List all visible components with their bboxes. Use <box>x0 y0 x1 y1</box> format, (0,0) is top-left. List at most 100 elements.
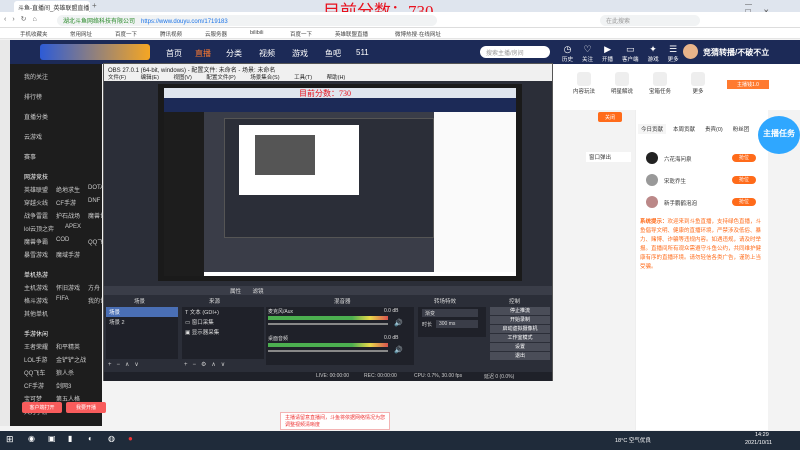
bookmark-item[interactable]: 微博热搜·在线网址 <box>395 30 441 38</box>
transition-select[interactable]: 渐变 <box>422 309 478 317</box>
new-tab-icon[interactable]: + <box>92 1 97 10</box>
sidebar-game-item[interactable]: 剑网3 <box>56 381 71 390</box>
nav-arrows-icon[interactable]: ‹›↻⌂ <box>4 15 43 23</box>
mixer-slider[interactable] <box>268 350 388 352</box>
source-item[interactable]: ▭ 窗口采集 <box>182 317 264 327</box>
avatar[interactable] <box>683 44 698 59</box>
sidebar-game-item[interactable]: 暴雪游戏 <box>24 250 48 259</box>
bookmark-item[interactable]: 常用网址 <box>70 30 92 38</box>
sidebar-game-item[interactable]: CF手游 <box>24 381 44 390</box>
virtual-cam-button[interactable]: 启动虚拟摄像机 <box>490 325 550 333</box>
scene-controls-icon[interactable]: +−∧∨ <box>108 361 144 368</box>
url-input[interactable]: 湖北斗鱼网络科技有限公司 https://www.douyu.com/171918… <box>57 15 437 26</box>
obs-menu-scene-collection[interactable]: 场景集合(S) <box>246 75 279 81</box>
ad-badge[interactable]: 主播钱1.0 <box>727 80 769 89</box>
sidebar-game-item[interactable]: 绝地求生 <box>56 185 80 194</box>
speaker-icon[interactable]: 🔊 <box>394 346 403 354</box>
nav-live[interactable]: 直播 <box>195 48 211 59</box>
obs-menu-file[interactable]: 文件(F) <box>104 75 126 81</box>
mixer-slider[interactable] <box>268 323 388 325</box>
header-badge[interactable]: 竞猜转播/不破不立 <box>703 47 769 58</box>
sidebar-game-item[interactable]: 魔兽争霸 <box>24 237 48 246</box>
obs-menu-tools[interactable]: 工具(T) <box>290 75 312 81</box>
scene-item[interactable]: 场景 <box>106 307 178 317</box>
sidebar-game-item[interactable]: 其他单机 <box>24 309 48 318</box>
bookmark-item[interactable]: 百度一下 <box>290 30 312 38</box>
sidebar-game-item[interactable]: 战争雷霆 <box>24 211 48 220</box>
client-icon[interactable]: ▭ 客户端 <box>622 44 639 63</box>
grab-seat-button[interactable]: 抢位 <box>732 154 756 162</box>
bookmark-item[interactable]: 百度一下 <box>115 30 137 38</box>
more-icon[interactable]: ☰ 更多 <box>668 44 679 63</box>
nav-game[interactable]: 游戏 <box>292 48 308 59</box>
sidebar-game-item[interactable]: 怀旧游戏 <box>56 283 80 292</box>
nav-511[interactable]: 511 <box>356 48 369 57</box>
taskbar-app-icon[interactable]: ◐ <box>88 434 93 443</box>
grab-seat-button[interactable]: 抢位 <box>732 198 756 206</box>
site-logo[interactable] <box>40 44 150 60</box>
nav-video[interactable]: 视频 <box>259 48 275 59</box>
sidebar-item-events[interactable]: 赛事 <box>24 152 36 161</box>
sidebar-game-item[interactable]: COD <box>56 237 69 243</box>
taskbar-app-icon[interactable]: ● <box>128 434 133 443</box>
sidebar-game-item[interactable]: QQ飞车 <box>24 368 45 377</box>
tab-fans[interactable]: 粉丝团 <box>730 124 753 134</box>
stop-stream-button[interactable]: 停止推流 <box>490 307 550 315</box>
broadcast-icon[interactable]: ▶ 开播 <box>602 44 613 63</box>
tab-vip[interactable]: 贵宾(0) <box>702 124 726 134</box>
sidebar-game-item[interactable]: 护石战场 <box>56 211 80 220</box>
nav-category[interactable]: 分类 <box>226 48 242 59</box>
obs-menu-profile[interactable]: 配置文件(P) <box>202 75 235 81</box>
sidebar-game-item[interactable]: CF手游 <box>56 198 76 207</box>
obs-props-button[interactable]: 属性 <box>230 289 241 295</box>
bookmark-item[interactable]: bilibili <box>250 30 263 36</box>
sidebar-item-follow[interactable]: 我的关注 <box>24 72 48 81</box>
search-box[interactable]: 在此搜索 <box>600 15 700 26</box>
obs-menu-view[interactable]: 视图(V) <box>169 75 191 81</box>
start-broadcast-button[interactable]: 我要开播 <box>66 402 106 413</box>
sidebar-game-item[interactable]: 金铲铲之战 <box>56 355 86 364</box>
sidebar-item-rank[interactable]: 排行榜 <box>24 92 42 101</box>
taskbar-app-icon[interactable]: ▣ <box>48 434 56 443</box>
star-commentary-icon[interactable]: 明星解说 <box>608 72 636 95</box>
sidebar-game-item[interactable]: 英雄联盟 <box>24 185 48 194</box>
sidebar-game-item[interactable]: 方舟 <box>88 283 100 292</box>
source-item[interactable]: ▣ 显示器采集 <box>182 327 264 337</box>
taskbar-app-icon[interactable]: ◉ <box>28 434 35 443</box>
tab-week[interactable]: 本周贡献 <box>670 124 698 134</box>
sidebar-game-item[interactable]: APEX <box>65 224 81 230</box>
taskbar-app-icon[interactable]: ▮ <box>68 434 72 443</box>
task-float-badge[interactable]: 主播任务 <box>758 116 800 154</box>
close-btn[interactable]: 关闭 <box>598 112 622 122</box>
more-icon[interactable]: 更多 <box>684 72 712 95</box>
sidebar-game-item[interactable]: 王者荣耀 <box>24 342 48 351</box>
start-icon[interactable]: ⊞ <box>6 434 14 445</box>
game-icon[interactable]: ✦ 游戏 <box>648 44 659 63</box>
sidebar-item-cloud-game[interactable]: 云游戏 <box>24 132 42 141</box>
sidebar-game-item[interactable]: lol云顶之弈 <box>24 224 54 233</box>
taskbar-app-icon[interactable]: ◍ <box>108 434 115 443</box>
source-controls-icon[interactable]: +−⚙∧∨ <box>184 361 230 368</box>
duration-input[interactable]: 300 ms <box>436 320 478 328</box>
bookmark-item[interactable]: 手机收藏夹 <box>20 30 48 38</box>
sidebar-game-item[interactable]: 穿越火线 <box>24 198 48 207</box>
tab-today[interactable]: 今日贡献 <box>638 124 667 134</box>
sidebar-game-item[interactable]: 魔域手游 <box>56 250 80 259</box>
bookmark-item[interactable]: 腾讯视频 <box>160 30 182 38</box>
content-play-icon[interactable]: 内容玩法 <box>570 72 598 95</box>
settings-button[interactable]: 设置 <box>490 343 550 351</box>
sidebar-item-category[interactable]: 直播分类 <box>24 112 48 121</box>
bookmark-item[interactable]: 英雄联盟直播 <box>335 30 368 38</box>
nav-home[interactable]: 首页 <box>166 48 182 59</box>
site-search-input[interactable]: 搜索主播/房间 <box>480 46 550 58</box>
nav-yuba[interactable]: 鱼吧 <box>325 48 341 59</box>
open-client-button[interactable]: 客户端打开 <box>22 402 62 413</box>
obs-menu-help[interactable]: 帮助(H) <box>323 75 346 81</box>
start-record-button[interactable]: 开始录制 <box>490 316 550 324</box>
sidebar-game-item[interactable]: 和平精英 <box>56 342 80 351</box>
follow-icon[interactable]: ♡ 关注 <box>582 44 593 63</box>
obs-menu-edit[interactable]: 编辑(E) <box>137 75 159 81</box>
obs-filter-button[interactable]: 滤镜 <box>253 289 264 295</box>
sidebar-game-item[interactable]: LOL手游 <box>24 355 47 364</box>
sidebar-game-item[interactable]: 狼人杀 <box>56 368 74 377</box>
